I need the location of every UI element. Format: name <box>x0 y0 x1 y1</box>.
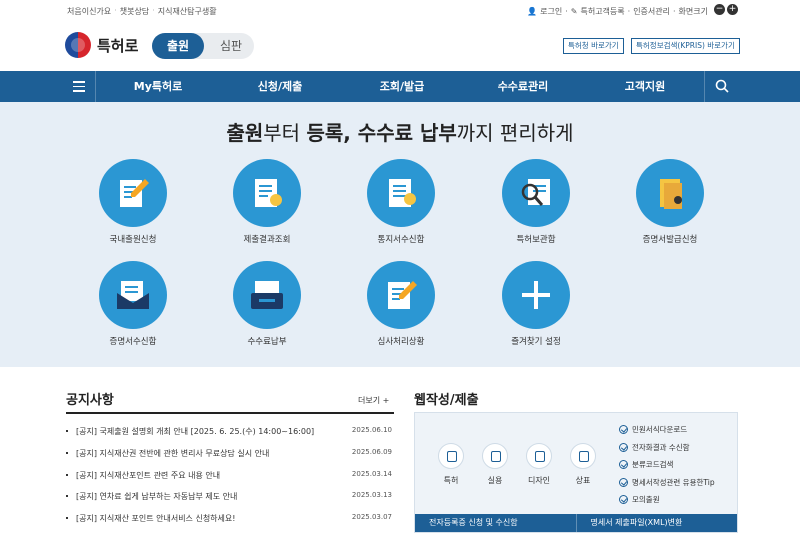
nav-apply-submit[interactable]: 신청/제출 <box>220 71 340 102</box>
service-favorites-setting[interactable]: 즐겨찾기 설정 <box>481 261 591 347</box>
zoom-out-button[interactable]: − <box>714 4 725 15</box>
notice-row[interactable]: [공지] 지식재산포인트 관련 주요 내용 안내 2025.03.14 <box>66 468 394 488</box>
document-search-icon <box>502 159 570 227</box>
person-icon: 👤 <box>527 7 537 16</box>
check-circle-icon <box>619 443 628 452</box>
classification-search-link[interactable]: 분류코드검색 <box>619 456 715 474</box>
zoom-in-button[interactable]: + <box>727 4 738 15</box>
web-utility-button[interactable]: 실용 <box>473 443 517 486</box>
form-download-link[interactable]: 민원서식다운로드 <box>619 421 715 439</box>
check-circle-icon <box>619 460 628 469</box>
notice-section-title: 공지사항 <box>66 389 114 408</box>
notice-row[interactable]: [공지] 국제출원 설명회 개최 안내 [2025. 6. 25.(수) 14:… <box>66 424 394 444</box>
service-submit-result[interactable]: 제출결과조회 <box>212 159 322 245</box>
notice-row[interactable]: [공지] 지식재산 포인트 안내서비스 신청하세요! 2025.03.07 <box>66 511 394 531</box>
utility-model-icon <box>482 443 508 469</box>
hero-title: 출원부터 등록, 수수료 납부까지 편리하게 <box>0 117 800 146</box>
kipo-shortcut-button[interactable]: 특허청 바로가기 <box>563 38 624 54</box>
toggle-trial[interactable]: 심판 <box>208 33 254 59</box>
header: 특허로 출원 심판 특허청 바로가기 특허정보검색(KPRIS) 바로가기 <box>0 22 800 70</box>
payment-icon <box>233 261 301 329</box>
ip-life-link[interactable]: 지식재산탐구생활 <box>158 6 217 17</box>
notice-more-link[interactable]: 더보기 + <box>358 395 389 406</box>
hamburger-menu-icon[interactable] <box>62 71 96 102</box>
service-patent-storage[interactable]: 특허보관함 <box>481 159 591 245</box>
web-trademark-button[interactable]: 상표 <box>561 443 605 486</box>
first-visit-link[interactable]: 처음이신가요 <box>67 6 111 17</box>
service-domestic-filing[interactable]: 국내출원신청 <box>78 159 188 245</box>
trademark-icon <box>570 443 596 469</box>
notice-seal-icon <box>367 159 435 227</box>
design-icon <box>526 443 552 469</box>
service-fee-payment[interactable]: 수수료납부 <box>212 261 322 347</box>
search-icon[interactable] <box>704 71 738 102</box>
web-submit-panel: 특허 실용 디자인 상표 민원서식다운로드 전자화결과 수신함 분류코드검색 명… <box>414 412 738 533</box>
utility-bar: 처음이신가요 · 챗봇상담 · 지식재산탐구생활 👤 로그인 · ✎ 특허고객등… <box>0 0 800 22</box>
nav-customer-support[interactable]: 고객지원 <box>585 71 705 102</box>
logo-text: 특허로 <box>97 35 138 56</box>
folder-icon <box>636 159 704 227</box>
web-design-button[interactable]: 디자인 <box>517 443 561 486</box>
screen-size-label: 화면크기 <box>679 6 708 17</box>
registration-cert-button[interactable]: 전자등록증 신청 및 수신함 <box>415 514 576 532</box>
document-pen-icon <box>99 159 167 227</box>
cert-manage-link[interactable]: 인증서관리 <box>633 6 670 17</box>
nav-inquiry-issue[interactable]: 조회/발급 <box>342 71 462 102</box>
filing-trial-toggle: 출원 심판 <box>152 33 254 59</box>
customer-register-link[interactable]: 특허고객등록 <box>580 6 624 17</box>
xml-convert-button[interactable]: 명세서 제출파일(XML)변환 <box>576 514 738 532</box>
check-circle-icon <box>619 478 628 487</box>
utility-left-links: 처음이신가요 · 챗봇상담 · 지식재산탐구생활 <box>67 6 217 17</box>
check-circle-icon <box>619 425 628 434</box>
login-link[interactable]: 로그인 <box>540 6 562 17</box>
web-link-list: 민원서식다운로드 전자화결과 수신함 분류코드검색 명세서작성관련 유용한Tip… <box>619 421 715 509</box>
web-submit-title: 웹작성/제출 <box>414 389 479 408</box>
service-exam-status[interactable]: 심사처리상황 <box>346 261 456 347</box>
zoom-controls: − + <box>714 4 738 15</box>
service-certificate-request[interactable]: 증명서발급신청 <box>615 159 725 245</box>
check-circle-icon <box>619 495 628 504</box>
site-logo[interactable]: 특허로 <box>65 32 138 58</box>
notice-row[interactable]: [공지] 연차료 쉽게 납부하는 자동납부 제도 안내 2025.03.13 <box>66 489 394 509</box>
service-certificate-inbox[interactable]: 증명서수신함 <box>78 261 188 347</box>
service-notice-inbox[interactable]: 통지서수신함 <box>346 159 456 245</box>
mail-icon <box>99 261 167 329</box>
government-emblem-icon <box>65 32 91 58</box>
nav-fee-manage[interactable]: 수수료관리 <box>463 71 583 102</box>
chatbot-link[interactable]: 챗봇상담 <box>120 6 149 17</box>
clipboard-pen-icon <box>367 261 435 329</box>
plus-icon <box>502 261 570 329</box>
patent-icon <box>438 443 464 469</box>
digitization-inbox-link[interactable]: 전자화결과 수신함 <box>619 439 715 457</box>
web-bottom-bar: 전자등록증 신청 및 수신함 명세서 제출파일(XML)변환 <box>415 514 737 532</box>
main-nav: My특허로 신청/제출 조회/발급 수수료관리 고객지원 <box>0 71 800 102</box>
kpris-shortcut-button[interactable]: 특허정보검색(KPRIS) 바로가기 <box>631 38 740 54</box>
mock-filing-link[interactable]: 모의출원 <box>619 491 715 509</box>
pen-icon: ✎ <box>571 7 578 16</box>
notice-divider <box>66 412 394 414</box>
spec-tip-link[interactable]: 명세서작성관련 유용한Tip <box>619 474 715 492</box>
notice-row[interactable]: [공지] 지식재산권 전반에 관한 변리사 무료상담 실시 안내 2025.06… <box>66 446 394 466</box>
nav-my-patent[interactable]: My특허로 <box>98 71 218 102</box>
toggle-filing[interactable]: 출원 <box>152 33 204 59</box>
utility-right-links: 👤 로그인 · ✎ 특허고객등록 · 인증서관리 · 화면크기 <box>527 6 708 17</box>
web-patent-button[interactable]: 특허 <box>429 443 473 486</box>
document-seal-icon <box>233 159 301 227</box>
